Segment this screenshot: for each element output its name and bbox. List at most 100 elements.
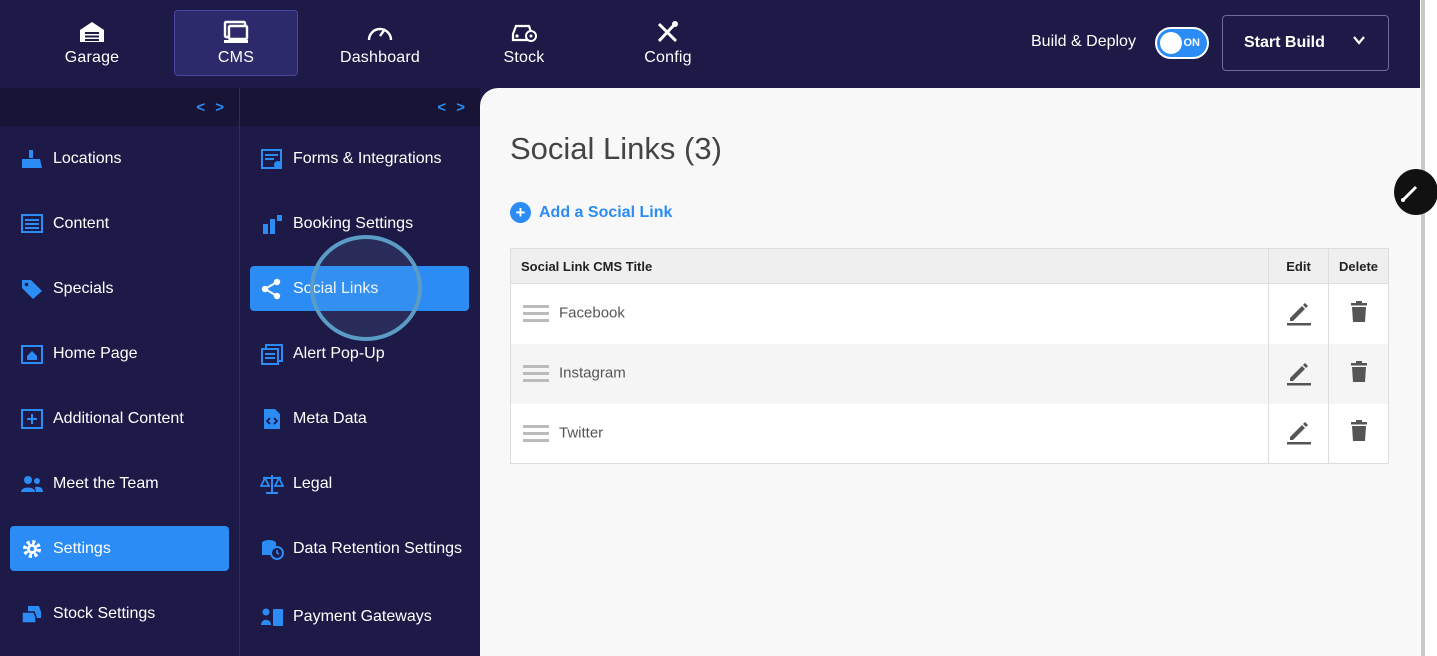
subsidebar-item-alert-popup[interactable]: Alert Pop-Up <box>250 331 469 376</box>
subsidebar-item-forms-integrations[interactable]: Forms & Integrations <box>250 136 469 181</box>
subsidebar-item-legal[interactable]: Legal <box>250 461 469 506</box>
table-header-row: Social Link CMS Title Edit Delete <box>510 248 1389 284</box>
gear-icon <box>23 539 41 558</box>
tools-icon <box>657 20 678 42</box>
start-build-button[interactable]: Start Build <box>1222 15 1389 71</box>
sidebar-item-label: Specials <box>53 280 114 297</box>
share-icon <box>261 278 281 299</box>
wrench-icon <box>263 214 282 234</box>
primary-sidebar: < > Locations Content Specials Home Page… <box>0 88 239 656</box>
nav-config[interactable]: Config <box>606 10 730 76</box>
nav-stock-label: Stock <box>503 48 545 66</box>
table-row: Facebook <box>510 283 1389 344</box>
column-header-edit: Edit <box>1268 248 1329 284</box>
garage-icon <box>80 21 104 42</box>
subsidebar-item-label: Data Retention Settings <box>293 540 462 557</box>
delete-button[interactable] <box>1328 343 1389 404</box>
edit-button[interactable] <box>1268 403 1329 464</box>
sidebar-item-label: Meet the Team <box>53 475 159 492</box>
nav-config-label: Config <box>644 48 692 66</box>
sidebar-item-meet-the-team[interactable]: Meet the Team <box>10 461 229 506</box>
row-title: Instagram <box>559 364 626 382</box>
subsidebar-item-label: Alert Pop-Up <box>293 345 385 362</box>
team-icon <box>21 475 43 492</box>
scrollbar-thumb[interactable] <box>1421 0 1425 656</box>
nav-stock[interactable]: Stock <box>462 10 586 76</box>
sidebar-item-label: Home Page <box>53 345 138 362</box>
plus-circle-icon: + <box>510 202 531 223</box>
column-header-title: Social Link CMS Title <box>510 248 1269 284</box>
settings-subsidebar: < > Forms & Integrations Booking Setting… <box>240 88 480 656</box>
social-links-table: Social Link CMS Title Edit Delete Facebo… <box>510 248 1389 464</box>
row-title: Twitter <box>559 424 604 442</box>
sidebar-item-stock-settings[interactable]: Stock Settings <box>10 591 229 636</box>
drag-handle-icon[interactable] <box>523 421 549 446</box>
add-content-icon <box>21 408 43 429</box>
toggle-state-label: ON <box>1183 37 1201 49</box>
location-icon <box>22 149 42 168</box>
sidebar-item-additional-content[interactable]: Additional Content <box>10 396 229 441</box>
annotation-pen-icon[interactable] <box>1394 169 1437 215</box>
edit-button[interactable] <box>1268 283 1329 344</box>
trash-icon <box>1350 420 1367 442</box>
row-title-cell: Twitter <box>510 403 1269 464</box>
subsidebar-item-meta-data[interactable]: Meta Data <box>250 396 469 441</box>
nav-dashboard[interactable]: Dashboard <box>318 10 442 76</box>
collapse-toggle-icon[interactable]: < > <box>196 99 227 116</box>
subsidebar-item-social-links[interactable]: Social Links <box>250 266 469 311</box>
sidebar-item-label: Additional Content <box>53 410 184 427</box>
pencil-icon <box>1286 362 1311 385</box>
sidebar-item-label: Locations <box>53 150 122 167</box>
subsidebar-item-data-retention[interactable]: Data Retention Settings <box>250 526 469 571</box>
sidebar-item-label: Content <box>53 215 110 232</box>
sidebar-collapse-bar: < > <box>0 88 239 126</box>
nav-cms[interactable]: CMS <box>174 10 298 76</box>
sidebar-item-specials[interactable]: Specials <box>10 266 229 311</box>
main-content-panel: Social Links (3) + Add a Social Link Soc… <box>480 88 1420 656</box>
edit-button[interactable] <box>1268 343 1329 404</box>
sidebar-item-label: Stock Settings <box>53 605 156 622</box>
subsidebar-item-booking-settings[interactable]: Booking Settings <box>250 201 469 246</box>
pen-glyph-icon <box>1401 185 1418 202</box>
subsidebar-collapse-toggle-icon[interactable]: < > <box>437 99 468 116</box>
content-icon <box>21 213 43 233</box>
car-gear-icon <box>511 24 537 42</box>
subsidebar-collapse-bar: < > <box>240 88 480 126</box>
trash-icon <box>1350 300 1367 322</box>
form-icon <box>261 148 282 169</box>
delete-button[interactable] <box>1328 283 1389 344</box>
sidebar-item-content[interactable]: Content <box>10 201 229 246</box>
stock-icon <box>21 605 41 624</box>
table-row: Twitter <box>510 403 1389 464</box>
delete-button[interactable] <box>1328 403 1389 464</box>
row-title-cell: Instagram <box>510 343 1269 404</box>
build-deploy-label: Build & Deploy <box>1031 33 1136 50</box>
drag-handle-icon[interactable] <box>523 361 549 386</box>
tag-icon <box>22 279 42 299</box>
chevron-down-icon <box>1353 36 1365 45</box>
sidebar-item-home-page[interactable]: Home Page <box>10 331 229 376</box>
page-scrollbar[interactable] <box>1420 0 1437 656</box>
drag-handle-icon[interactable] <box>523 301 549 326</box>
add-social-link-button[interactable]: + Add a Social Link <box>510 202 672 223</box>
toggle-knob <box>1160 32 1182 54</box>
sidebar-item-locations[interactable]: Locations <box>10 136 229 181</box>
nav-garage[interactable]: Garage <box>30 10 154 76</box>
subsidebar-item-label: Social Links <box>293 280 379 297</box>
nav-cms-label: CMS <box>217 48 255 66</box>
build-deploy-toggle[interactable]: ON <box>1155 27 1209 59</box>
add-social-link-label: Add a Social Link <box>539 203 673 221</box>
scales-icon <box>260 474 284 494</box>
trash-icon <box>1350 360 1367 382</box>
row-title: Facebook <box>559 304 625 322</box>
alert-icon <box>261 343 283 365</box>
sidebar-item-settings[interactable]: Settings <box>10 526 229 571</box>
subsidebar-item-payment-gateways[interactable]: Payment Gateways <box>250 594 469 639</box>
pencil-icon <box>1286 302 1311 326</box>
table-row: Instagram <box>510 343 1389 404</box>
code-file-icon <box>264 408 280 429</box>
column-header-delete: Delete <box>1328 248 1389 284</box>
subsidebar-item-label: Payment Gateways <box>293 608 432 625</box>
subsidebar-item-label: Legal <box>293 475 333 492</box>
home-icon <box>21 344 43 364</box>
